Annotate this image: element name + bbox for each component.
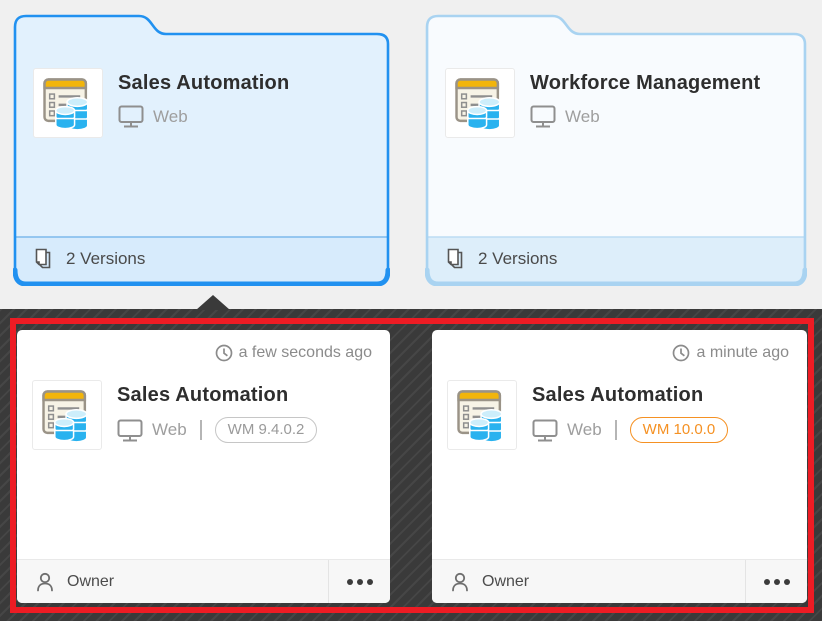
version-badge: WM 9.4.0.2	[215, 417, 318, 443]
ellipsis-icon	[774, 579, 780, 585]
more-options-button[interactable]	[328, 560, 390, 603]
folder-card-workforce-management[interactable]: Workforce Management Web 2 Versions	[425, 14, 807, 286]
pages-icon	[33, 248, 53, 270]
owner-info: Owner	[432, 560, 745, 603]
app-window-database-icon	[449, 72, 511, 134]
divider	[615, 420, 617, 440]
folder-title: Sales Automation	[118, 72, 289, 95]
clock-icon	[672, 344, 690, 362]
version-card-wm-1000[interactable]: a minute ago	[432, 330, 807, 603]
ellipsis-icon	[764, 579, 770, 585]
owner-label: Owner	[67, 573, 114, 591]
monitor-icon	[530, 105, 556, 128]
person-icon	[34, 571, 56, 593]
versions-count-label: 2 Versions	[66, 249, 145, 269]
folder-title: Workforce Management	[530, 72, 760, 95]
last-modified-timestamp: a few seconds ago	[215, 344, 372, 362]
platform-label: Web	[565, 107, 600, 127]
folder-card-sales-automation[interactable]: Sales Automation Web 2 Versions	[13, 14, 390, 286]
person-icon	[449, 571, 471, 593]
version-card-content: Sales Automation Web WM 9.4.0.2	[32, 380, 317, 450]
app-window-database-icon	[451, 384, 513, 446]
monitor-icon	[118, 105, 144, 128]
monitor-icon	[532, 419, 558, 442]
app-icon-tile	[32, 380, 102, 450]
platform-label: Web	[153, 107, 188, 127]
version-badge: WM 10.0.0	[630, 417, 729, 443]
platform-label: Web	[152, 420, 187, 440]
version-card-footer: Owner	[432, 559, 807, 603]
app-icon-tile	[445, 68, 515, 138]
clock-icon	[215, 344, 233, 362]
more-options-button[interactable]	[745, 560, 807, 603]
app-window-database-icon	[37, 72, 99, 134]
versions-count-label: 2 Versions	[478, 249, 557, 269]
ellipsis-icon	[367, 579, 373, 585]
ellipsis-icon	[347, 579, 353, 585]
pages-icon	[445, 248, 465, 270]
folder-versions-footer: 2 Versions	[17, 237, 386, 281]
folder-card-content: Workforce Management Web	[445, 68, 760, 138]
owner-info: Owner	[17, 560, 328, 603]
panel-pointer-arrow	[196, 295, 230, 310]
timestamp-text: a minute ago	[696, 344, 789, 362]
version-card-wm-9402[interactable]: a few seconds ago	[17, 330, 390, 603]
ellipsis-icon	[357, 579, 363, 585]
version-card-title: Sales Automation	[532, 384, 728, 407]
last-modified-timestamp: a minute ago	[672, 344, 789, 362]
app-versions-page: Sales Automation Web 2 Versions	[0, 0, 822, 621]
owner-label: Owner	[482, 573, 529, 591]
app-icon-tile	[33, 68, 103, 138]
divider	[200, 420, 202, 440]
version-card-title: Sales Automation	[117, 384, 317, 407]
timestamp-text: a few seconds ago	[239, 344, 372, 362]
monitor-icon	[117, 419, 143, 442]
version-card-content: Sales Automation Web WM 10.0.0	[447, 380, 728, 450]
platform-label: Web	[567, 420, 602, 440]
version-card-footer: Owner	[17, 559, 390, 603]
folder-versions-footer: 2 Versions	[429, 237, 803, 281]
app-icon-tile	[447, 380, 517, 450]
app-window-database-icon	[36, 384, 98, 446]
ellipsis-icon	[784, 579, 790, 585]
folder-card-content: Sales Automation Web	[33, 68, 289, 138]
